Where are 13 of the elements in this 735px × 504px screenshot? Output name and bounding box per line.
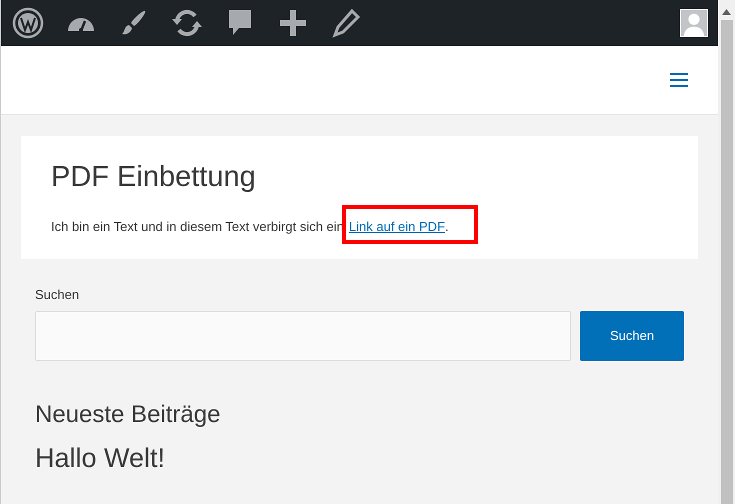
scroll-up-icon[interactable] xyxy=(722,9,731,15)
search-field[interactable] xyxy=(35,310,571,361)
pencil-icon[interactable] xyxy=(330,7,362,39)
menu-button[interactable] xyxy=(670,73,688,87)
wordpress-logo-icon[interactable] xyxy=(12,7,44,39)
post-title: PDF Einbettung xyxy=(51,160,257,195)
post-link[interactable]: Hallo Welt! xyxy=(35,438,684,478)
refresh-icon[interactable] xyxy=(171,7,203,39)
search-button[interactable]: Suchen xyxy=(580,310,684,361)
pdf-link[interactable]: Link auf ein PDF xyxy=(348,218,446,234)
plus-icon[interactable] xyxy=(277,7,309,39)
search-label: Suchen xyxy=(35,286,80,304)
widget-heading: Neueste Beiträge xyxy=(35,400,222,430)
